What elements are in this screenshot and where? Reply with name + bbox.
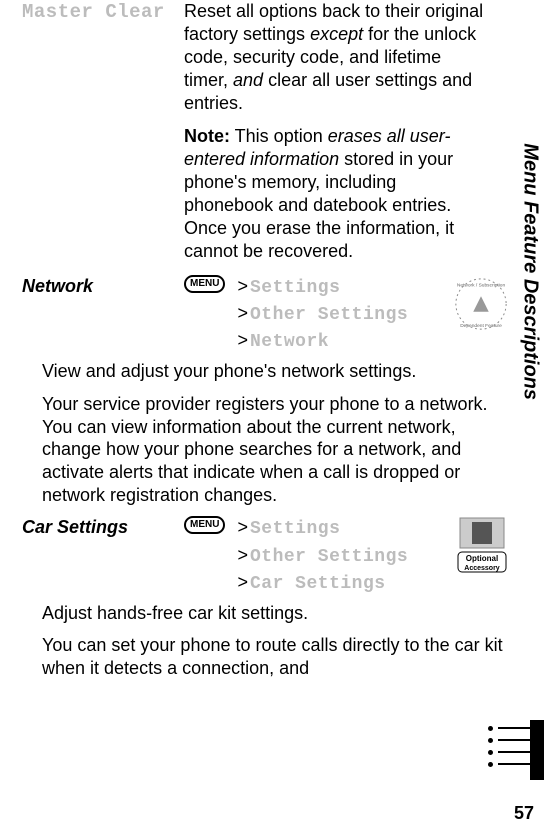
edge-tab-decoration xyxy=(484,722,536,778)
car-settings-title: Car Settings xyxy=(22,517,128,537)
svg-text:Accessory: Accessory xyxy=(464,565,500,572)
svg-text:Network / Subscription: Network / Subscription xyxy=(457,283,506,289)
car-settings-para-1: Adjust hands-free car kit settings. xyxy=(22,602,422,625)
page-content: Master Clear Reset all options back to t… xyxy=(22,0,490,680)
optional-accessory-icon: Optional Accessory xyxy=(454,516,510,576)
network-section-header: Network MENU >Settings >Other Settings >… xyxy=(22,275,490,354)
master-clear-section: Master Clear Reset all options back to t… xyxy=(22,0,490,273)
network-para-1: View and adjust your phone's network set… xyxy=(22,360,422,383)
page: Menu Feature Descriptions Master Clear R… xyxy=(0,0,544,832)
side-section-label: Menu Feature Descriptions xyxy=(519,143,542,400)
network-feature-icon: Network / Subscription Dependent Feature xyxy=(452,275,510,333)
svg-text:Optional: Optional xyxy=(466,554,498,563)
network-title: Network xyxy=(22,276,93,296)
master-clear-desc-1: Reset all options back to their original… xyxy=(184,0,490,115)
master-clear-note: Note: This option erases all user-entere… xyxy=(184,125,490,263)
menu-key-icon: MENU xyxy=(184,275,225,293)
car-settings-section-header: Car Settings MENU >Settings >Other Setti… xyxy=(22,516,490,595)
network-para-2: Your service provider registers your pho… xyxy=(22,393,502,506)
network-menu-path: >Settings >Other Settings >Network xyxy=(235,275,408,354)
menu-key-icon: MENU xyxy=(184,516,225,534)
page-number: 57 xyxy=(514,803,534,824)
master-clear-heading: Master Clear xyxy=(22,1,165,23)
car-settings-menu-path: >Settings >Other Settings >Car Settings xyxy=(235,516,408,595)
car-settings-para-2: You can set your phone to route calls di… xyxy=(22,634,512,679)
svg-text:Dependent Feature: Dependent Feature xyxy=(460,324,502,330)
